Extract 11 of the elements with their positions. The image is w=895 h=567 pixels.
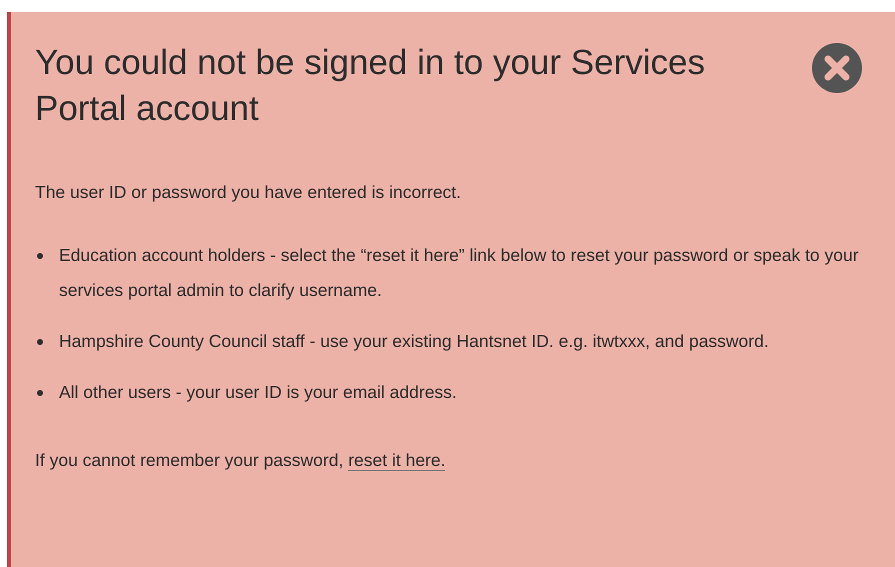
help-item: Education account holders - select the “reset it here” link below to reset your password or speak to your services portal admin to clarify username.	[59, 244, 860, 302]
help-item: All other users - your user ID is your email address.	[59, 381, 458, 404]
error-message: The user ID or password you have entered is incorrect.	[35, 181, 462, 204]
close-icon[interactable]	[811, 42, 863, 94]
help-item: Hampshire County Council staff - use your existing Hantsnet ID. e.g. itwtxxx, and password.	[59, 330, 770, 353]
bullet-icon	[37, 390, 43, 396]
reset-link[interactable]: reset it here.	[348, 450, 446, 471]
bullet-icon	[37, 339, 43, 345]
alert-title: You could not be signed in to your Services Portal account	[35, 42, 706, 130]
bullet-icon	[37, 253, 43, 259]
reset-hint: If you cannot remember your password, reset it here.	[35, 449, 446, 472]
